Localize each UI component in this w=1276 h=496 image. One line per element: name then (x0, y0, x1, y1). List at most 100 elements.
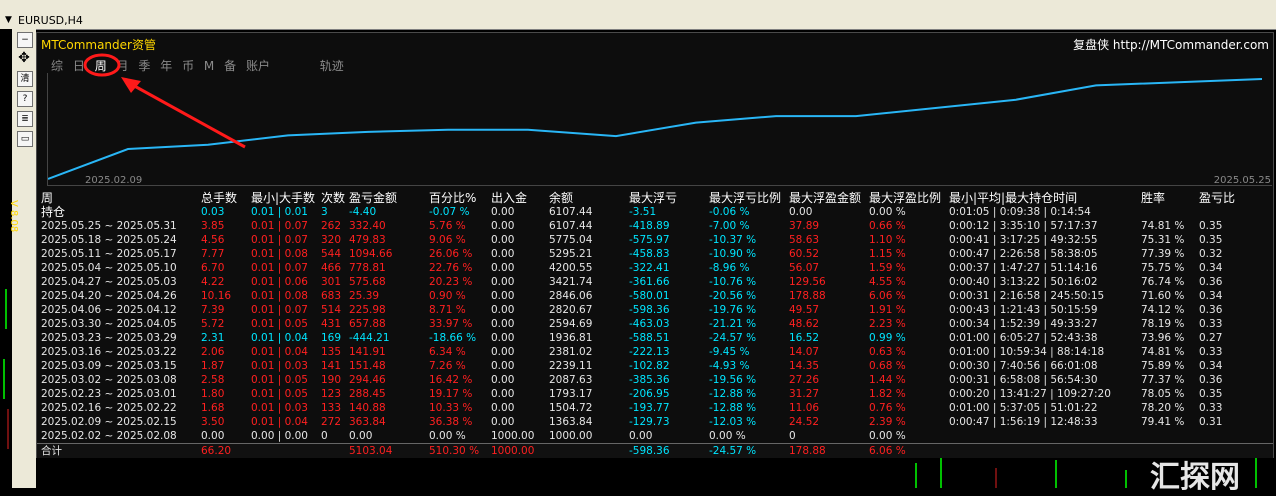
cell: -21.21 % (709, 318, 757, 330)
column-header[interactable]: 最大浮盈比例 (869, 191, 941, 206)
chart-window-titlebar[interactable]: ▼ EURUSD,H4 (0, 12, 1276, 30)
cell: 25.39 (349, 290, 380, 302)
column-header[interactable]: 盈亏比 (1199, 191, 1235, 206)
cell: 0 (789, 430, 796, 442)
cell: -206.95 (629, 388, 670, 400)
cell: 0.36 (1199, 276, 1223, 288)
tab-year[interactable]: 年 (160, 59, 172, 73)
cell: 66.20 (201, 445, 232, 457)
tab-summary[interactable]: 综 (51, 59, 63, 73)
column-header[interactable]: 盈亏金额 (349, 191, 397, 206)
tab-week[interactable]: 周 (95, 59, 107, 73)
table-row: 2025.03.02 ~ 2025.03.08 2.58 0.01 | 0.05 19… (37, 373, 1273, 387)
cell: 2.39 % (869, 416, 906, 428)
column-header[interactable]: 余额 (549, 191, 573, 206)
cell: 0:00:40 | 3:13:22 | 50:16:02 (949, 276, 1098, 288)
window-icon[interactable]: ▭ (17, 131, 33, 147)
cell: 14.35 (789, 360, 820, 372)
cell: 0.00 (491, 262, 515, 274)
cell: 1936.81 (549, 332, 593, 344)
cell: 0:00:43 | 1:21:43 | 50:15:59 (949, 304, 1098, 316)
cell: -193.77 (629, 402, 670, 414)
cell: 0.33 (1199, 346, 1223, 358)
tab-quarter[interactable]: 季 (138, 59, 150, 73)
table-row: 2025.02.02 ~ 2025.02.08 0.00 0.00 | 0.00 0 0… (37, 429, 1273, 443)
cell: 0.33 (1199, 402, 1223, 414)
brand-title: MTCommander资管 (41, 38, 156, 52)
column-header[interactable]: 百分比% (429, 191, 476, 206)
cell: 466 (321, 262, 342, 274)
cell: 0.01 | 0.07 (251, 262, 308, 274)
cell: 2025.02.09 ~ 2025.02.15 (41, 416, 177, 428)
tab-trajectory[interactable]: 轨迹 (320, 59, 344, 73)
cell: 0.00 (201, 430, 225, 442)
cell: 0.35 (1199, 220, 1223, 232)
tab-day[interactable]: 日 (73, 59, 85, 73)
cell: 0:00:47 | 1:56:19 | 12:48:33 (949, 416, 1098, 428)
cell: 0.00 (629, 430, 653, 442)
site-url[interactable]: http://MTCommander.com (1113, 38, 1269, 52)
tab-month[interactable]: 月 (117, 59, 129, 73)
cell: 2025.04.27 ~ 2025.05.03 (41, 276, 177, 288)
cell: 2025.03.30 ~ 2025.04.05 (41, 318, 177, 330)
help-icon[interactable]: ? (17, 91, 33, 107)
header-period: 周 (41, 191, 54, 205)
tab-backup[interactable]: 备 (224, 59, 236, 73)
cell: 0.01 | 0.03 (251, 360, 308, 372)
cell: 0.27 (1199, 332, 1223, 344)
chevron-down-icon[interactable]: ▼ (5, 15, 12, 25)
column-header[interactable]: 最大浮盈金额 (789, 191, 861, 206)
cell: 74.12 % (1141, 304, 1185, 316)
tab-m[interactable]: M (204, 59, 214, 73)
tab-currency[interactable]: 币 (182, 59, 194, 73)
watermark-logo: 汇探网 (1150, 460, 1240, 495)
table-row: 2025.04.20 ~ 2025.04.26 10.16 0.01 | 0.08 6… (37, 289, 1273, 303)
settings-icon[interactable]: ≣ (17, 111, 33, 127)
column-header[interactable]: 胜率 (1141, 191, 1165, 206)
cell: 0.00 (491, 220, 515, 232)
cell: 0.36 (1199, 304, 1223, 316)
column-header[interactable]: 次数 (321, 191, 345, 206)
column-header[interactable]: 总手数 (201, 191, 237, 206)
move-icon[interactable]: ✥ (17, 51, 31, 65)
cell: 0.01 | 0.07 (251, 234, 308, 246)
cell: 19.17 % (429, 388, 473, 400)
cell: 514 (321, 304, 342, 316)
cell: 225.98 (349, 304, 386, 316)
cell: 73.96 % (1141, 332, 1185, 344)
cell: 0.00 (491, 304, 515, 316)
cell: 2025.04.06 ~ 2025.04.12 (41, 304, 177, 316)
column-header[interactable]: 最大浮亏比例 (709, 191, 781, 206)
minus-icon[interactable]: − (17, 32, 33, 48)
column-header[interactable]: 最小|大手数 (251, 191, 315, 206)
cell: 0.01 | 0.04 (251, 416, 308, 428)
clear-icon[interactable]: 清 (17, 71, 33, 87)
cell: 0.01 | 0.05 (251, 388, 308, 400)
cell: 27.26 (789, 374, 820, 386)
tab-account[interactable]: 账户 (246, 59, 270, 73)
cell: 0.01 | 0.06 (251, 276, 308, 288)
cell: 0.90 % (429, 290, 466, 302)
cell: 79.41 % (1141, 416, 1185, 428)
cell: 0.00 (491, 318, 515, 330)
holding-cell: 0.00 % (869, 206, 906, 218)
site-link[interactable]: 复盘侠 http://MTCommander.com (1073, 36, 1269, 53)
table-row: 2025.05.11 ~ 2025.05.17 7.77 0.01 | 0.08 54… (37, 247, 1273, 261)
cell: 7.26 % (429, 360, 466, 372)
holding-cell: 0.03 (201, 206, 225, 218)
cell: 129.56 (789, 276, 826, 288)
cell: 262 (321, 220, 342, 232)
cell: 6.06 % (869, 290, 906, 302)
cell: 0.01 | 0.04 (251, 346, 308, 358)
cell: -385.36 (629, 374, 670, 386)
cell: 683 (321, 290, 342, 302)
column-header[interactable]: 最小|平均|最大持仓时间 (949, 191, 1077, 206)
cell: 778.81 (349, 262, 386, 274)
column-header[interactable]: 出入金 (491, 191, 527, 206)
column-header[interactable]: 最大浮亏 (629, 191, 677, 206)
cell: -418.89 (629, 220, 670, 232)
cell: 0.01 | 0.05 (251, 318, 308, 330)
cell: 74.81 % (1141, 220, 1185, 232)
cell: 479.83 (349, 234, 386, 246)
cell: 60.52 (789, 248, 820, 260)
